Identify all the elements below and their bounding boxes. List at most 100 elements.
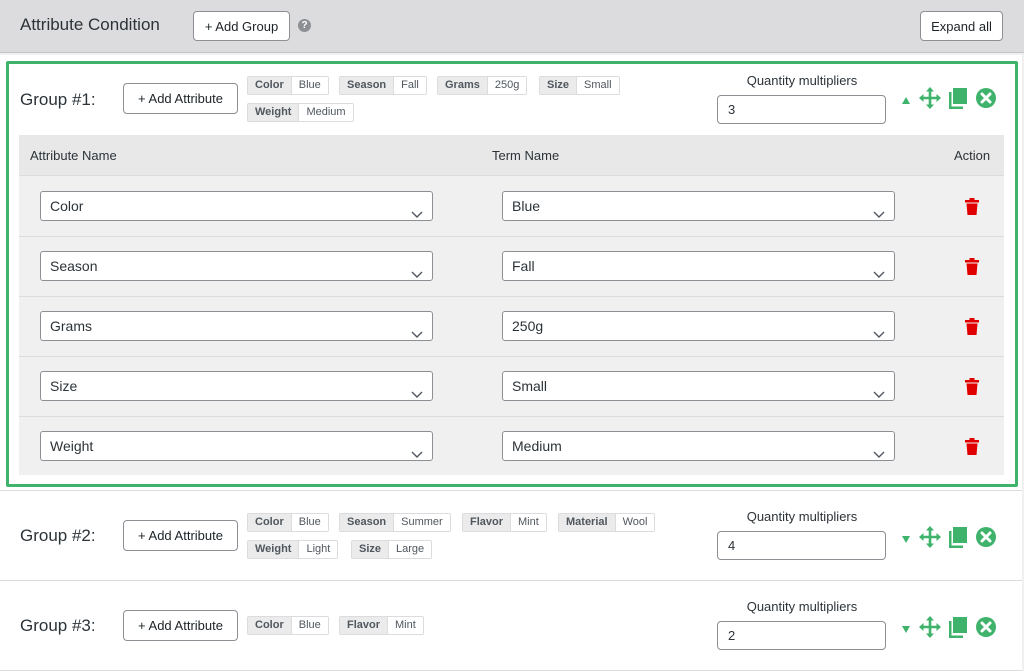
trash-icon[interactable] [965,378,979,400]
column-header-action: Action [954,148,991,163]
quantity-multiplier-input[interactable] [717,95,886,124]
term-name-select[interactable]: Blue [502,191,895,221]
tag-value: Blue [291,77,328,94]
quantity-multipliers-label: Quantity multipliers [746,509,858,524]
attribute-name-select[interactable]: Grams [40,311,433,341]
chevron-down-icon [411,200,423,228]
select-value: Small [512,378,548,394]
attribute-name-select[interactable]: Color [40,191,433,221]
quantity-multiplier-input[interactable] [717,621,886,650]
add-group-button[interactable]: + Add Group [193,11,290,41]
column-header-term: Term Name [492,148,560,163]
term-name-select[interactable]: Medium [502,431,895,461]
attribute-tag: Season Fall [339,76,427,95]
term-name-select[interactable]: Fall [502,251,895,281]
tag-key: Flavor [340,617,389,634]
tag-key: Color [248,617,292,634]
attribute-tag: Size Small [539,76,620,95]
trash-icon[interactable] [965,438,979,460]
chevron-down-icon [411,320,423,348]
tag-key: Season [340,77,395,94]
chevron-down-icon [873,260,885,288]
attribute-tag: Flavor Mint [339,616,424,635]
move-arrows-icon[interactable] [919,616,941,643]
move-arrows-icon[interactable] [919,526,941,553]
tag-value: Medium [299,104,353,121]
group-label: Group #1: [20,90,96,109]
group-label: Group #2: [20,526,96,545]
move-arrows-icon[interactable] [919,87,941,114]
quantity-multiplier-input[interactable] [717,531,886,560]
attribute-name-select[interactable]: Season [40,251,433,281]
chevron-down-icon [873,320,885,348]
copy-icon[interactable] [949,616,967,643]
quantity-multipliers-label: Quantity multipliers [746,73,858,88]
table-row: Size Small [19,357,1004,417]
select-value: Blue [512,198,541,214]
attribute-tag: Season Summer [339,513,451,532]
add-attribute-button[interactable]: + Add Attribute [123,610,238,641]
term-name-select[interactable]: Small [502,371,895,401]
tag-key: Weight [248,541,300,558]
select-value: Medium [512,438,562,454]
column-header-attribute: Attribute Name [30,148,117,163]
tag-key: Weight [248,104,300,121]
tag-key: Color [248,77,292,94]
group-actions [902,87,996,114]
term-name-select[interactable]: 250g [502,311,895,341]
tag-value: Small [577,77,619,94]
chevron-down-icon [411,380,423,408]
table-header: Attribute Name Term Name Action [19,135,1004,176]
tag-value: Large [389,541,432,558]
expand-all-button[interactable]: Expand all [920,11,1003,41]
quantity-multipliers-label: Quantity multipliers [746,599,858,614]
chevron-down-icon [873,440,885,468]
add-attribute-button[interactable]: + Add Attribute [123,520,238,551]
attribute-tag: Color Blue [247,513,329,532]
tag-key: Grams [438,77,488,94]
table-row: Weight Medium [19,417,1004,477]
attribute-name-select[interactable]: Weight [40,431,433,461]
attribute-tag: Weight Light [247,540,339,559]
triangle-down-icon[interactable] [902,626,910,633]
select-value: Fall [512,258,535,274]
close-circle-icon[interactable] [976,527,996,552]
attribute-name-select[interactable]: Size [40,371,433,401]
chevron-down-icon [873,200,885,228]
triangle-down-icon[interactable] [902,536,910,543]
copy-icon[interactable] [949,526,967,553]
select-value: Season [50,258,98,274]
attribute-tag: Flavor Mint [462,513,547,532]
group-actions [902,616,996,643]
select-value: 250g [512,318,544,334]
attribute-condition-header: Attribute Condition + Add Group ? Expand… [0,0,1024,53]
triangle-up-icon[interactable] [902,97,910,104]
close-circle-icon[interactable] [976,617,996,642]
attribute-tag: Color Blue [247,76,329,95]
table-row: Season Fall [19,237,1004,297]
tag-value: Blue [291,617,328,634]
trash-icon[interactable] [965,198,979,220]
help-icon[interactable]: ? [298,19,311,32]
tag-value: Light [299,541,338,558]
group-label: Group #3: [20,616,96,635]
chevron-down-icon [411,440,423,468]
group-3-panel: Group #3: + Add Attribute Color Blue Flav… [0,580,1022,671]
select-value: Weight [50,438,94,454]
trash-icon[interactable] [965,318,979,340]
tag-key: Season [340,514,395,531]
tag-key: Size [352,541,390,558]
close-circle-icon[interactable] [976,88,996,113]
tag-value: Fall [394,77,426,94]
group-1-panel: Group #1: + Add Attribute Color Blue Seas… [0,55,1022,490]
group-2-panel: Group #2: + Add Attribute Color Blue Seas… [0,490,1022,580]
table-row: Grams 250g [19,297,1004,357]
tag-key: Size [540,77,578,94]
attribute-tag: Size Large [351,540,433,559]
add-attribute-button[interactable]: + Add Attribute [123,83,238,114]
table-row: Color Blue [19,177,1004,237]
copy-icon[interactable] [949,87,967,114]
tag-value: 250g [487,77,527,94]
tag-value: Mint [511,514,546,531]
trash-icon[interactable] [965,258,979,280]
